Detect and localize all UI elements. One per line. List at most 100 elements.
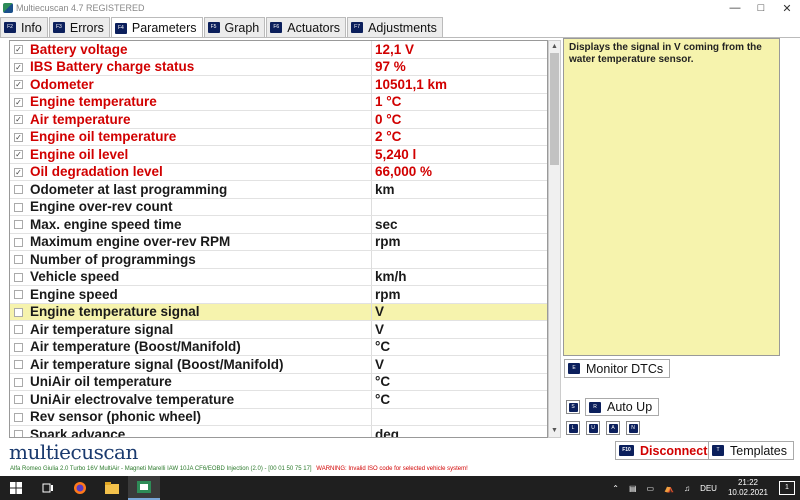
parameter-row[interactable]: Maximum engine over-rev RPM rpm [10, 233, 547, 251]
parameter-row[interactable]: ✓ Oil degradation level 66,000 % [10, 163, 547, 181]
scroll-up-icon[interactable]: ▲ [549, 41, 560, 53]
u-button[interactable]: U [586, 421, 600, 435]
clock[interactable]: 21:22 10.02.2021 [728, 478, 768, 498]
scroll-down-icon[interactable]: ▼ [549, 425, 560, 437]
parameter-checkbox[interactable] [14, 255, 23, 264]
parameter-checkbox[interactable]: ✓ [14, 62, 23, 72]
parameter-row[interactable]: Engine speed rpm [10, 285, 547, 304]
parameter-row[interactable]: Number of programmings [10, 250, 547, 269]
n-button[interactable]: N [626, 421, 640, 435]
parameter-name: Air temperature signal (Boost/Manifold) [30, 356, 284, 372]
table-scrollbar[interactable]: ▲ ▼ [548, 40, 561, 438]
parameter-name: Engine oil level [30, 146, 129, 162]
tab-actuators[interactable]: F6 Actuators [266, 17, 347, 37]
parameter-value: rpm [371, 285, 547, 303]
battery-icon[interactable]: ▭ [647, 484, 655, 493]
a-button[interactable]: A [606, 421, 620, 435]
parameter-value: °C [371, 338, 547, 356]
n-key-icon: N [628, 423, 638, 433]
parameter-row[interactable]: ✓ Engine oil temperature 2 °C [10, 128, 547, 146]
parameter-row[interactable]: ✓ Engine temperature 1 °C [10, 93, 547, 111]
l-button[interactable]: L [566, 421, 580, 435]
parameter-checkbox[interactable] [14, 272, 23, 282]
f5-key-icon: F5 [207, 22, 220, 33]
tab-parameters[interactable]: F4 Parameters [110, 17, 203, 38]
scroll-thumb[interactable] [550, 53, 559, 165]
disconnect-button[interactable]: F10 Disconnect [615, 441, 715, 460]
tab-info[interactable]: F2 Info [0, 17, 48, 37]
title-bar: Multiecuscan 4.7 REGISTERED — □ ✕ [0, 0, 800, 16]
parameter-checkbox[interactable] [14, 290, 23, 299]
parameter-row[interactable]: ✓ Engine oil level 5,240 l [10, 145, 547, 164]
parameter-row[interactable]: Air temperature signal (Boost/Manifold) V [10, 355, 547, 374]
parameter-checkbox[interactable] [14, 185, 23, 194]
parameter-value [371, 250, 547, 268]
parameter-value [371, 198, 547, 216]
monitor-dtcs-button[interactable]: E Monitor DTCs [564, 359, 671, 378]
f6-key-icon: F6 [270, 22, 283, 33]
minimize-icon[interactable]: — [722, 2, 748, 14]
parameter-checkbox[interactable] [14, 202, 23, 212]
tab-graph[interactable]: F5 Graph [203, 17, 266, 37]
parameter-row[interactable]: ✓ Air temperature 0 °C [10, 110, 547, 129]
parameter-value: 97 % [371, 58, 547, 76]
parameter-row[interactable]: Max. engine speed time sec [10, 215, 547, 234]
parameter-checkbox[interactable] [14, 325, 23, 334]
parameter-row[interactable]: ✓ Odometer 10501,1 km [10, 75, 547, 94]
s-key-icon: S [568, 402, 578, 412]
parameter-checkbox[interactable] [14, 342, 23, 352]
task-view-icon[interactable] [32, 476, 64, 500]
parameter-row[interactable]: ✓ IBS Battery charge status 97 % [10, 58, 547, 76]
parameter-checkbox[interactable] [14, 412, 23, 422]
parameter-checkbox[interactable] [14, 395, 23, 404]
parameter-row[interactable]: UniAir oil temperature °C [10, 373, 547, 391]
parameter-checkbox[interactable] [14, 237, 23, 247]
parameter-value: °C [371, 390, 547, 408]
parameter-row[interactable]: Engine over-rev count [10, 198, 547, 216]
a-key-icon: A [608, 423, 618, 433]
templates-button[interactable]: T Templates [708, 441, 794, 460]
language-indicator[interactable]: DEU [700, 484, 717, 493]
close-icon[interactable]: ✕ [774, 2, 800, 15]
parameter-checkbox[interactable] [14, 360, 23, 369]
parameter-row[interactable]: UniAir electrovalve temperature °C [10, 390, 547, 409]
parameter-row[interactable]: Odometer at last programming km [10, 180, 547, 199]
parameter-row[interactable]: Vehicle speed km/h [10, 268, 547, 286]
parameter-row[interactable]: Engine temperature signal V [10, 303, 547, 321]
s-button[interactable]: S [566, 400, 580, 414]
tab-label: Parameters [131, 21, 197, 35]
tab-errors[interactable]: F3 Errors [48, 17, 110, 37]
parameter-checkbox[interactable] [14, 307, 23, 317]
button-label: Auto Up [607, 400, 653, 414]
parameter-checkbox[interactable]: ✓ [14, 132, 23, 142]
parameter-checkbox[interactable]: ✓ [14, 167, 23, 177]
tab-adjustments[interactable]: F7 Adjustments [347, 17, 443, 37]
notifications-icon[interactable]: 1 [779, 481, 795, 495]
parameter-checkbox[interactable]: ✓ [14, 45, 23, 54]
parameter-row[interactable]: Air temperature (Boost/Manifold) °C [10, 338, 547, 356]
parameter-checkbox[interactable] [14, 430, 23, 437]
parameter-row[interactable]: ✓ Battery voltage 12,1 V [10, 41, 547, 59]
chevron-up-icon[interactable]: ⌃ [612, 484, 619, 493]
parameter-row[interactable]: Spark advance deg [10, 425, 547, 437]
file-explorer-icon[interactable] [96, 476, 128, 500]
network-icon[interactable]: ▤ [629, 484, 637, 493]
parameter-checkbox[interactable] [14, 377, 23, 387]
auto-up-button[interactable]: R Auto Up [585, 398, 660, 416]
maximize-icon[interactable]: □ [748, 2, 774, 14]
firefox-icon[interactable] [64, 476, 96, 500]
windows-start-icon[interactable] [0, 476, 32, 500]
parameter-checkbox[interactable]: ✓ [14, 97, 23, 107]
r-key-icon: R [589, 401, 601, 413]
parameter-checkbox[interactable]: ✓ [14, 80, 23, 89]
parameter-checkbox[interactable]: ✓ [14, 150, 23, 159]
multiecuscan-taskbar-icon[interactable] [128, 476, 160, 500]
parameter-row[interactable]: Rev sensor (phonic wheel) [10, 408, 547, 426]
volume-icon[interactable]: ♫ [684, 484, 690, 493]
parameter-checkbox[interactable] [14, 220, 23, 229]
wifi-icon[interactable]: ⛺ [664, 484, 674, 493]
tab-label: Errors [69, 20, 104, 35]
parameter-value: V [371, 303, 547, 321]
parameter-row[interactable]: Air temperature signal V [10, 320, 547, 339]
parameter-checkbox[interactable]: ✓ [14, 115, 23, 124]
